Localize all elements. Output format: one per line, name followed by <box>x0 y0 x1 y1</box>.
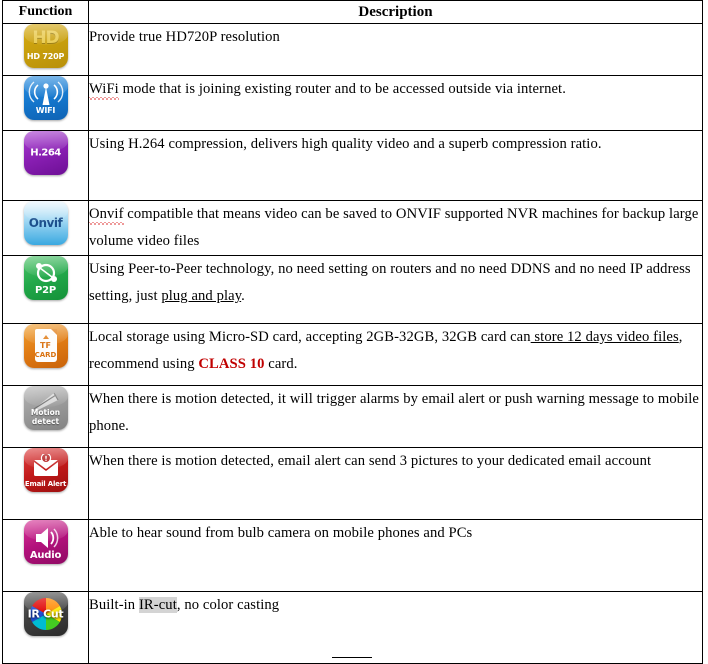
tf-card-icon-glyph: TF CARD <box>34 329 57 362</box>
description-text: Local storage using Micro-SD card, accep… <box>89 324 702 378</box>
description-highlighted: IR-cut <box>138 597 177 613</box>
description-text: Using Peer-to-Peer technology, no need s… <box>89 256 702 310</box>
table-row: H.264 Using H.264 compression, delivers … <box>2 130 703 201</box>
table-row: Onvif Onvif compatible that means video … <box>2 200 703 256</box>
column-header-description: Description <box>88 0 703 24</box>
hd-720p-icon-glyph: HD <box>32 28 59 48</box>
description-text: Built-in IR-cut, no color casting <box>89 592 702 619</box>
email-alert-icon-glyph <box>24 452 68 480</box>
p2p-icon-glyph <box>24 261 68 285</box>
description-underlined: plug and play <box>161 288 242 304</box>
hd-720p-icon: HD HD 720P <box>23 24 68 68</box>
table-row: IR Cut Built-in IR-cut, no color casting <box>2 591 703 664</box>
description-text: Provide true HD720P resolution <box>89 29 280 45</box>
onvif-icon-caption: Onvif <box>28 216 63 230</box>
table-row: Audio Able to hear sound from bulb camer… <box>2 519 703 592</box>
description-part-1: Built-in <box>89 597 139 613</box>
wifi-icon-glyph <box>24 81 68 107</box>
description-emphasis: CLASS 10 <box>198 356 265 372</box>
description-cell: Local storage using Micro-SD card, accep… <box>88 323 703 386</box>
motion-detect-icon-caption-line2: detect <box>31 416 60 426</box>
table-header-row: Function Description <box>2 0 703 24</box>
ir-cut-icon: IR Cut <box>23 592 68 636</box>
h264-icon-caption: H.264 <box>30 147 61 159</box>
description-text: When there is motion detected, it will t… <box>89 391 699 434</box>
tf-card-icon-caption-line2: CARD <box>34 351 57 359</box>
h264-icon: H.264 <box>23 131 68 175</box>
description-underlined: store 12 days video files <box>530 329 679 345</box>
description-text: Using H.264 compression, delivers high q… <box>89 136 602 152</box>
description-part-1: Local storage using Micro-SD card, accep… <box>89 329 531 345</box>
function-cell: Onvif <box>2 200 89 256</box>
onvif-icon: Onvif <box>23 201 68 245</box>
description-cell: When there is motion detected, it will t… <box>88 385 703 448</box>
function-cell: TF CARD <box>2 323 89 386</box>
feature-table: Function Description HD HD 720P Provide … <box>2 0 703 664</box>
wifi-icon-caption: WIFI <box>35 106 56 115</box>
function-cell: Motion detect <box>2 385 89 448</box>
description-part-2: . <box>241 288 245 304</box>
description-cell: WiFi mode that is joining existing route… <box>88 75 703 131</box>
audio-icon: Audio <box>23 520 68 564</box>
wifi-icon: WIFI <box>23 76 68 120</box>
ir-cut-icon-caption: IR Cut <box>27 607 64 621</box>
motion-detect-icon-caption-line1: Motion <box>30 407 61 417</box>
description-text: WiFi mode that is joining existing route… <box>89 76 702 103</box>
tf-card-icon-caption-line1: TF <box>40 341 51 350</box>
table-row: WIFI WiFi mode that is joining existing … <box>2 75 703 131</box>
spellcheck-word: WiFi <box>89 81 119 97</box>
page-bottom-rule <box>332 657 372 662</box>
table-row: P2P Using Peer-to-Peer technology, no ne… <box>2 255 703 324</box>
hd-720p-icon-caption: HD 720P <box>26 52 65 61</box>
table-row: Email Alert When there is motion detecte… <box>2 447 703 520</box>
description-rest: mode that is joining existing router and… <box>118 81 566 97</box>
description-text: When there is motion detected, email ale… <box>89 453 652 469</box>
p2p-icon: P2P <box>23 256 68 300</box>
description-text: Onvif compatible that means video can be… <box>89 201 702 255</box>
function-cell: WIFI <box>2 75 89 131</box>
function-cell: Audio <box>2 519 89 592</box>
tf-card-icon: TF CARD <box>23 324 68 368</box>
description-cell: Built-in IR-cut, no color casting <box>88 591 703 664</box>
description-cell: Able to hear sound from bulb camera on m… <box>88 519 703 592</box>
function-cell: IR Cut <box>2 591 89 664</box>
table-row: TF CARD Local storage using Micro-SD car… <box>2 323 703 386</box>
description-cell: Provide true HD720P resolution <box>88 23 703 76</box>
tf-card-arrow <box>42 335 49 339</box>
function-cell: HD HD 720P <box>2 23 89 76</box>
table-row: HD HD 720P Provide true HD720P resolutio… <box>2 23 703 76</box>
audio-icon-glyph <box>24 526 68 550</box>
description-part-2: , no color casting <box>176 597 280 613</box>
description-part-3: card. <box>264 356 298 372</box>
email-alert-icon: Email Alert <box>23 448 68 492</box>
email-alert-icon-caption: Email Alert <box>24 480 67 488</box>
description-cell: When there is motion detected, email ale… <box>88 447 703 520</box>
description-text: Able to hear sound from bulb camera on m… <box>89 525 473 541</box>
p2p-icon-caption: P2P <box>34 285 57 296</box>
audio-icon-caption: Audio <box>29 550 62 561</box>
function-cell: P2P <box>2 255 89 324</box>
function-cell: H.264 <box>2 130 89 201</box>
motion-detect-icon: Motion detect <box>23 386 68 430</box>
function-cell: Email Alert <box>2 447 89 520</box>
description-cell: Using Peer-to-Peer technology, no need s… <box>88 255 703 324</box>
description-cell: Using H.264 compression, delivers high q… <box>88 130 703 201</box>
table-row: Motion detect When there is motion detec… <box>2 385 703 448</box>
column-header-function: Function <box>2 0 89 24</box>
description-cell: Onvif compatible that means video can be… <box>88 200 703 256</box>
description-rest: compatible that means video can be saved… <box>89 206 699 249</box>
spellcheck-word: Onvif <box>89 206 124 222</box>
